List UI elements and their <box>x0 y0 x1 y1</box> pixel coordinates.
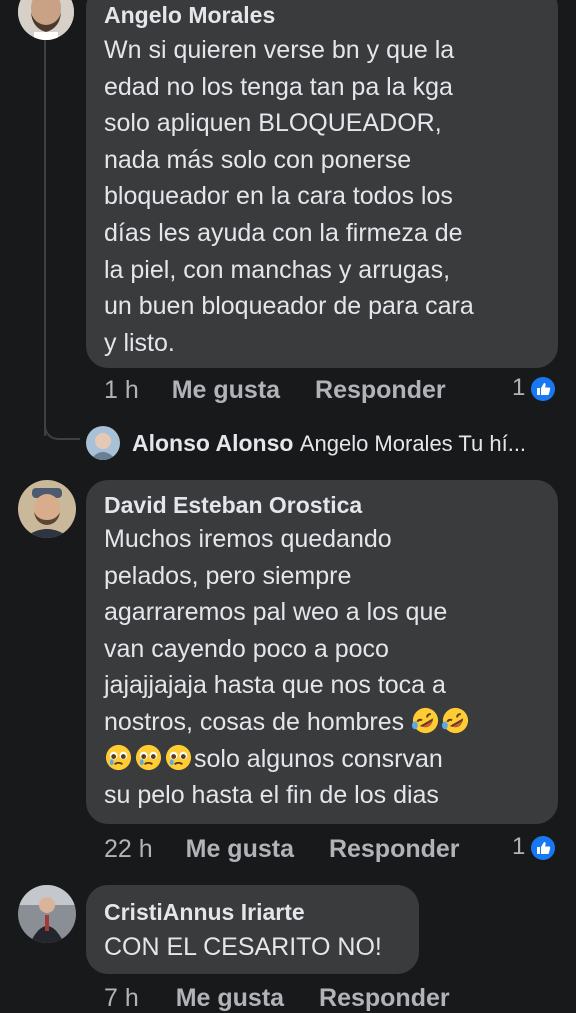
like-button[interactable]: Me gusta <box>186 835 294 864</box>
comment-line: pelados, pero siempre <box>104 561 352 590</box>
comment-text: Muchos iremos quedando pelados, pero sie… <box>104 521 540 814</box>
thread-connector-vertical <box>44 40 46 436</box>
comment-author[interactable]: David Esteban Orostica <box>104 490 540 520</box>
comment-line: agarraremos pal weo a los que <box>104 598 448 627</box>
pleading-face-emoji <box>105 744 132 770</box>
comment-actions-cristiannus: 7 h Me gusta Responder <box>104 984 450 1013</box>
thread-connector-curve <box>44 420 80 440</box>
comment-line: van cayendo poco a poco <box>104 634 389 663</box>
comment-bubble-angelo: Angelo Morales Wn si quieren verse bn y … <box>86 0 558 368</box>
rolling-on-floor-laughing-emoji <box>442 707 469 734</box>
reply-button[interactable]: Responder <box>319 984 450 1013</box>
comment-line: jajajjajaja hasta que nos toca a <box>104 671 446 700</box>
avatar-alonso-alonso[interactable] <box>86 426 120 460</box>
avatar-angelo-morales[interactable] <box>18 0 74 40</box>
comment-line: su pelo hasta el fin de los dias <box>104 781 439 810</box>
pleading-face-emoji <box>165 744 192 770</box>
comment-text: Wn si quieren verse bn y que la edad no … <box>104 36 474 357</box>
comment-timestamp[interactable]: 7 h <box>104 984 139 1013</box>
comment-bubble-david: David Esteban Orostica Muchos iremos que… <box>86 480 558 824</box>
like-button[interactable]: Me gusta <box>176 984 284 1013</box>
comment-text: CON EL CESARITO NO! <box>104 933 382 961</box>
avatar-image <box>18 0 74 40</box>
comment-line: solo algunos consrvan <box>194 744 443 773</box>
avatar-image <box>18 480 76 538</box>
comment-line: nostros, cosas de hombres <box>104 707 412 736</box>
comment-line-with-emoji: nostros, cosas de hombres <box>104 704 540 741</box>
reply-button[interactable]: Responder <box>315 376 446 405</box>
reaction-count-angelo[interactable]: 1 <box>512 374 558 403</box>
reply-author: Alonso Alonso <box>132 430 294 456</box>
comment-actions-david: 22 h Me gusta Responder <box>104 835 460 864</box>
comment-author[interactable]: CristiAnnus Iriarte <box>104 897 401 927</box>
reply-button[interactable]: Responder <box>329 835 460 864</box>
reaction-count: 1 <box>512 833 526 860</box>
avatar-image <box>86 426 120 460</box>
thumbs-up-icon <box>529 374 558 403</box>
comment-bubble-cristiannus: CristiAnnus Iriarte CON EL CESARITO NO! <box>86 885 419 974</box>
comment-line: Muchos iremos quedando <box>104 525 392 553</box>
reaction-count-david[interactable]: 1 <box>512 833 558 862</box>
avatar-cristiannus-iriarte[interactable] <box>18 885 76 943</box>
reply-preview[interactable]: Alonso Alonso Angelo Morales Tu hí... <box>132 428 526 459</box>
comment-line-with-emoji: solo algunos consrvan <box>104 741 540 778</box>
comment-actions-angelo: 1 h Me gusta Responder <box>104 376 446 405</box>
reply-snippet: Angelo Morales Tu hí... <box>299 431 527 456</box>
thumbs-up-icon <box>529 833 558 862</box>
pleading-face-emoji <box>135 744 162 770</box>
reaction-count: 1 <box>512 374 526 401</box>
like-button[interactable]: Me gusta <box>172 376 280 405</box>
comment-timestamp[interactable]: 1 h <box>104 376 139 405</box>
avatar-image <box>18 885 76 943</box>
comment-author[interactable]: Angelo Morales <box>104 0 540 30</box>
avatar-david-esteban-orostica[interactable] <box>18 480 76 538</box>
comment-timestamp[interactable]: 22 h <box>104 835 153 864</box>
rolling-on-floor-laughing-emoji <box>412 707 439 734</box>
